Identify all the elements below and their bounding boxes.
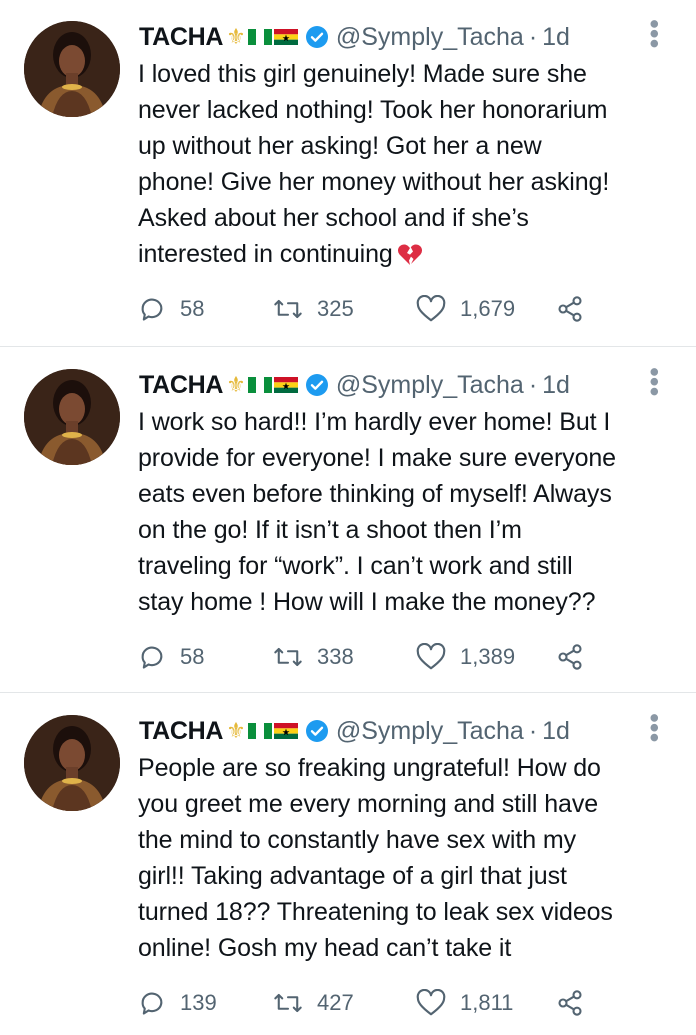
share-button[interactable] [556, 643, 584, 671]
tweet-header: TACHA ⚜ @Symply_Tacha · 1d ••• [139, 711, 676, 751]
tweet[interactable]: TACHA ⚜ @Symply_Tacha · 1d ••• People ar… [0, 693, 696, 1035]
ghana-flag-icon [273, 29, 298, 45]
tweet[interactable]: TACHA ⚜ @Symply_Tacha · 1d ••• I loved t… [0, 0, 696, 347]
nigeria-flag-icon [247, 29, 272, 45]
tweet-text-line: eats even before thinking of myself! Alw… [138, 480, 612, 508]
tweet-text-line: on the go! If it isn’t a shoot then I’m [138, 516, 522, 544]
tweet-text-line: you greet me every morning and still hav… [138, 790, 599, 818]
share-icon [558, 990, 582, 1016]
share-button[interactable] [556, 295, 584, 323]
ghana-flag-icon [273, 377, 298, 393]
tweet-text-line: I loved this girl genuinely! Made sure s… [138, 60, 587, 88]
more-options-icon[interactable]: ••• [639, 713, 670, 742]
like-button[interactable]: 1,811 [416, 989, 513, 1017]
tweet-text: I loved this girl genuinely! Made sure s… [138, 56, 678, 272]
separator-dot: · [528, 370, 538, 399]
heart-icon [416, 989, 446, 1016]
tweet-text-line: girl!! Taking advantage of a girl that j… [138, 862, 567, 890]
reply-count: 58 [180, 644, 205, 669]
tweet-text-line: never lacked nothing! Took her honorariu… [138, 96, 608, 124]
tweet-text: I work so hard!! I’m hardly ever home! B… [138, 404, 678, 620]
like-button[interactable]: 1,389 [416, 643, 515, 671]
timestamp[interactable]: 1d [542, 23, 570, 52]
avatar[interactable] [24, 369, 120, 465]
retweet-button[interactable]: 338 [273, 643, 354, 671]
author-name[interactable]: TACHA [139, 23, 223, 52]
tweet-text-line: online! Gosh my head can’t take it [138, 934, 512, 962]
retweet-icon [274, 993, 302, 1013]
author-handle[interactable]: @Symply_Tacha [336, 717, 524, 746]
tweet-text-line: the mind to constantly have sex with my [138, 826, 576, 854]
nigeria-flag-icon [247, 377, 272, 393]
reply-icon [141, 298, 163, 321]
tweet-text: People are so freaking ungrateful! How d… [138, 750, 678, 966]
retweet-count: 338 [317, 644, 354, 669]
reply-count: 139 [180, 990, 217, 1015]
author-name[interactable]: TACHA [139, 717, 223, 746]
tweet[interactable]: TACHA ⚜ @Symply_Tacha · 1d ••• I work so… [0, 347, 696, 693]
reply-count: 58 [180, 296, 205, 321]
share-icon [558, 296, 582, 322]
like-button[interactable]: 1,679 [416, 295, 515, 323]
retweet-count: 427 [317, 990, 354, 1015]
tweet-actions: 139 427 1,811 [138, 983, 608, 1023]
crown-emoji-icon: ⚜ [226, 372, 246, 397]
separator-dot: · [528, 716, 538, 745]
tweet-actions: 58 338 1,389 [138, 637, 608, 677]
retweet-icon [274, 299, 302, 319]
verified-badge-icon [305, 25, 329, 49]
author-handle[interactable]: @Symply_Tacha [336, 371, 524, 400]
tweet-text-line: provide for everyone! I make sure everyo… [138, 444, 616, 472]
retweet-button[interactable]: 427 [273, 989, 354, 1017]
author-name[interactable]: TACHA [139, 371, 223, 400]
separator-dot: · [528, 22, 538, 51]
tweet-text-line: Asked about her school and if she’s [138, 204, 529, 232]
like-count: 1,811 [460, 990, 514, 1015]
like-count: 1,389 [460, 644, 516, 669]
more-options-icon[interactable]: ••• [639, 19, 670, 48]
tweet-text-fragment: interested in continuing [138, 240, 393, 268]
heart-icon [416, 643, 446, 670]
reply-icon [141, 646, 163, 669]
tweet-text-line: phone! Give her money without her asking… [138, 168, 610, 196]
ghana-flag-icon [273, 723, 298, 739]
tweet-text-line: I work so hard!! I’m hardly ever home! B… [138, 408, 611, 436]
more-options-icon[interactable]: ••• [639, 367, 670, 396]
reply-button[interactable]: 58 [138, 643, 204, 671]
tweet-text-line: up without her asking! Got her a new [138, 132, 542, 160]
like-count: 1,679 [460, 296, 516, 321]
avatar[interactable] [24, 21, 120, 117]
tweet-text-line: People are so freaking ungrateful! How d… [138, 754, 601, 782]
avatar[interactable] [24, 715, 120, 811]
share-button[interactable] [556, 989, 584, 1017]
reply-button[interactable]: 58 [138, 295, 204, 323]
author-handle[interactable]: @Symply_Tacha [336, 23, 524, 52]
tweet-text-line: interested in continuing [138, 236, 678, 272]
tweet-text-line: turned 18?? Threatening to leak sex vide… [138, 898, 613, 926]
retweet-icon [274, 647, 302, 667]
nigeria-flag-icon [247, 723, 272, 739]
verified-badge-icon [305, 719, 329, 743]
tweet-actions: 58 325 1,679 [138, 289, 608, 329]
verified-badge-icon [305, 373, 329, 397]
crown-emoji-icon: ⚜ [226, 718, 246, 743]
share-icon [558, 644, 582, 670]
timestamp[interactable]: 1d [542, 717, 570, 746]
timestamp[interactable]: 1d [542, 371, 570, 400]
tweet-text-line: traveling for “work”. I can’t work and s… [138, 552, 573, 580]
tweet-text-line: stay home ! How will I make the money?? [138, 588, 596, 616]
tweet-header: TACHA ⚜ @Symply_Tacha · 1d ••• [139, 365, 676, 405]
crown-emoji-icon: ⚜ [226, 24, 246, 49]
reply-button[interactable]: 139 [138, 989, 217, 1017]
heart-icon [416, 295, 446, 322]
retweet-button[interactable]: 325 [273, 295, 354, 323]
reply-icon [141, 992, 163, 1015]
broken-heart-icon [397, 240, 423, 265]
tweet-header: TACHA ⚜ @Symply_Tacha · 1d ••• [139, 17, 676, 57]
retweet-count: 325 [317, 296, 354, 321]
